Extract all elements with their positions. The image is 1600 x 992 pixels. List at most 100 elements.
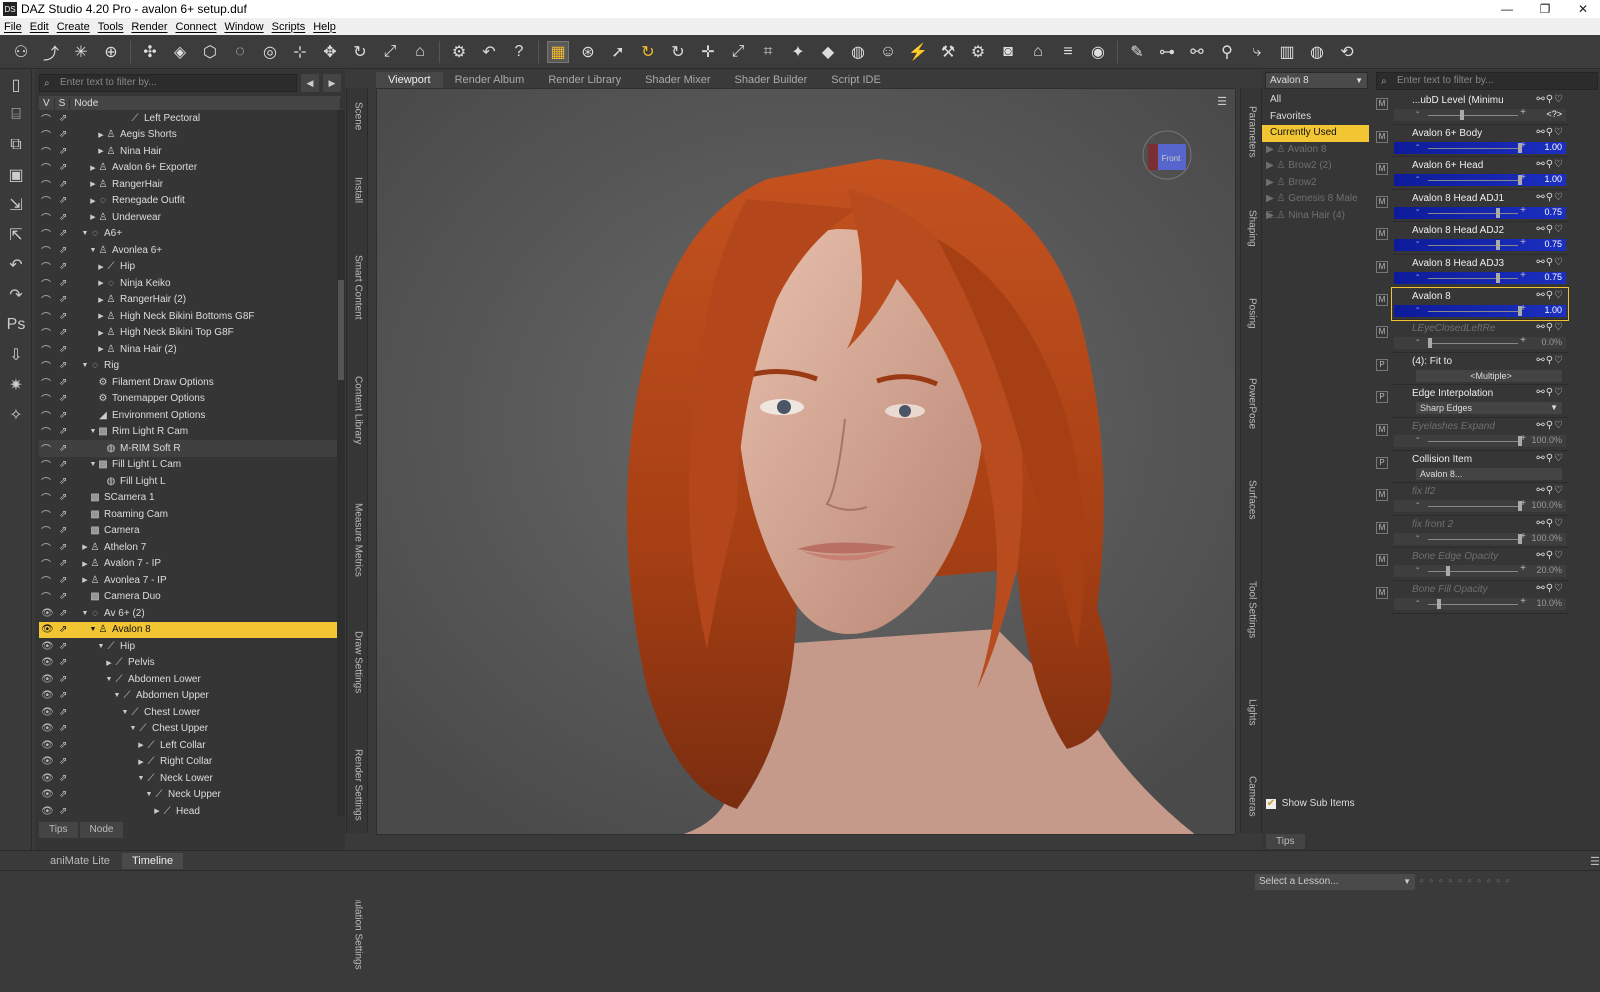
show-sub-items[interactable]: ✔ Show Sub Items	[1266, 798, 1355, 809]
selectable-icon[interactable]: ⇗	[59, 509, 73, 520]
scene-tree-row[interactable]: ⌒ ⇗ ▶ ♙ RangerHair	[39, 176, 337, 193]
property-row[interactable]: Avalon 6+ Body ⚯⚲♡ - +1.00	[1392, 125, 1568, 158]
expand-icon[interactable]: ▶	[1266, 160, 1276, 171]
selection-grid-icon[interactable]: ▦	[547, 40, 569, 63]
category-item[interactable]: ▶ ♙ Nina Hair (4)	[1262, 208, 1369, 225]
collapse-icon[interactable]: ▼	[121, 709, 129, 716]
vtab-draw-settings[interactable]: Draw Settings	[350, 615, 366, 710]
expand-icon[interactable]: ▶	[1266, 177, 1276, 188]
eye-icon[interactable]: 👁	[41, 707, 55, 718]
property-options-icon[interactable]: ⚯⚲♡	[1536, 290, 1564, 301]
scene-tree-row[interactable]: ⌒ ⇗ ▶ ♙ Underwear	[39, 209, 337, 226]
property-value[interactable]: <?>	[1546, 109, 1562, 119]
selectable-icon[interactable]: ⇗	[59, 608, 73, 619]
selectable-icon[interactable]: ⇗	[59, 773, 73, 784]
scene-tree-row[interactable]: ⌒ ⇗ ▶ ◌ Renegade Outfit	[39, 193, 337, 210]
selectable-icon[interactable]: ⇗	[59, 228, 73, 239]
minus-icon[interactable]: -	[1416, 270, 1419, 281]
property-slider[interactable]: - +1.00	[1394, 303, 1566, 317]
camera-icon[interactable]: ⌂	[409, 41, 431, 63]
scene-tree-row[interactable]: ⌒ ⇗ ▶ ♙ Athelon 7	[39, 539, 337, 556]
column-v[interactable]: V	[39, 97, 55, 109]
expand-icon[interactable]: ▶	[97, 131, 105, 139]
eye-closed-icon[interactable]: ⌒	[41, 391, 55, 406]
tab-render-album[interactable]: Render Album	[443, 72, 537, 88]
minus-icon[interactable]: -	[1416, 107, 1419, 118]
selectable-icon[interactable]: ⇗	[59, 278, 73, 289]
property-row[interactable]: Bone Edge Opacity ⚯⚲♡ - +20.0%	[1392, 548, 1568, 581]
eye-closed-icon[interactable]: ⌒	[41, 325, 55, 340]
property-options-icon[interactable]: ⚯⚲♡	[1536, 192, 1564, 203]
morph-icon[interactable]: ✦	[787, 41, 809, 63]
eye-closed-icon[interactable]: ⌒	[41, 523, 55, 538]
rotate-icon[interactable]: ↻	[667, 41, 689, 63]
column-s[interactable]: S	[55, 97, 71, 109]
property-slider[interactable]: - +100.0%	[1394, 531, 1566, 545]
eye-icon[interactable]: 👁	[41, 789, 55, 800]
weight-icon[interactable]: ◆	[817, 41, 839, 63]
minimize-icon[interactable]: —	[1488, 0, 1526, 18]
property-row[interactable]: Eyelashes Expand ⚯⚲♡ - +100.0%	[1392, 418, 1568, 451]
node-weight-icon[interactable]: ✣	[139, 41, 161, 63]
selectable-icon[interactable]: ⇗	[59, 113, 73, 124]
property-options-icon[interactable]: ⚯⚲♡	[1536, 127, 1564, 138]
property-options-icon[interactable]: ⚯⚲♡	[1536, 159, 1564, 170]
eye-icon[interactable]: 👁	[41, 740, 55, 751]
selectable-icon[interactable]: ⇗	[59, 179, 73, 190]
tab-shader-mixer[interactable]: Shader Mixer	[633, 72, 722, 88]
vtab-posing[interactable]: Posing	[1244, 287, 1260, 338]
property-row[interactable]: Collision Item ⚯⚲♡ Avalon 8...	[1392, 451, 1568, 484]
eye-icon[interactable]: 👁	[41, 674, 55, 685]
minus-icon[interactable]: -	[1416, 172, 1419, 183]
slider-knob[interactable]	[1495, 240, 1500, 251]
vtab-tool-settings[interactable]: Tool Settings	[1244, 562, 1260, 657]
orbit-icon[interactable]: ⊛	[577, 41, 599, 63]
scene-tree-row[interactable]: ⌒ ⇗ ▩ SCamera 1	[39, 490, 337, 507]
align-icon[interactable]: ≡	[1057, 41, 1079, 63]
eye-icon[interactable]: 👁	[41, 641, 55, 652]
scene-tree-row[interactable]: ⌒ ⇗ ▶ ◌ Ninja Keiko	[39, 275, 337, 292]
menu-edit[interactable]: Edit	[26, 21, 53, 33]
scene-tree-row[interactable]: ⌒ ⇗ ▶ ♙ High Neck Bikini Top G8F	[39, 325, 337, 342]
settings-icon[interactable]: ✷	[0, 370, 32, 400]
eye-closed-icon[interactable]: ⌒	[41, 309, 55, 324]
selectable-icon[interactable]: ⇗	[59, 492, 73, 503]
expand-icon[interactable]: ▶	[89, 164, 97, 172]
node-icon[interactable]: ⊶	[1156, 41, 1178, 63]
region-icon[interactable]: ◍	[847, 41, 869, 63]
scene-tree-row[interactable]: ⌒ ⇗ ▩ Camera Duo	[39, 589, 337, 606]
minus-icon[interactable]: -	[1416, 205, 1419, 216]
selectable-icon[interactable]: ⇗	[59, 674, 73, 685]
plus-icon[interactable]: +	[1520, 172, 1526, 183]
expand-icon[interactable]: ▶	[1266, 193, 1276, 204]
plus-icon[interactable]: +	[1520, 498, 1526, 509]
scene-tree-row[interactable]: ⌒ ⇗ ▼ ♙ Avonlea 6+	[39, 242, 337, 259]
brush-icon[interactable]: ✎	[1126, 41, 1148, 63]
eye-closed-icon[interactable]: ⌒	[41, 490, 55, 505]
target-icon[interactable]: ◉	[1087, 41, 1109, 63]
category-item[interactable]: Favorites	[1262, 109, 1369, 126]
tab-script-ide[interactable]: Script IDE	[819, 72, 893, 88]
scene-tree-row[interactable]: 👁 ⇗ ▶ ⟋ Pelvis	[39, 655, 337, 672]
selectable-icon[interactable]: ⇗	[59, 377, 73, 388]
property-options-icon[interactable]: ⚯⚲♡	[1536, 257, 1564, 268]
view-cube[interactable]: Front	[1142, 130, 1192, 180]
plus-icon[interactable]: +	[1520, 270, 1526, 281]
collapse-icon[interactable]: ▼	[105, 676, 113, 683]
expand-icon[interactable]: ▶	[97, 312, 105, 320]
plus-icon[interactable]: +	[1520, 563, 1526, 574]
property-row[interactable]: Avalon 8 Head ADJ2 ⚯⚲♡ - +0.75	[1392, 222, 1568, 255]
vtab-scene[interactable]: Scene	[350, 94, 366, 139]
eye-icon[interactable]: 👁	[41, 608, 55, 619]
expand-icon[interactable]: ▶	[89, 197, 97, 205]
scale-icon[interactable]: ⤢	[379, 41, 401, 63]
property-value[interactable]: 10.0%	[1536, 598, 1562, 608]
expand-icon[interactable]: ▶	[105, 659, 113, 667]
property-slider[interactable]: - +20.0%	[1394, 563, 1566, 578]
selectable-icon[interactable]: ⇗	[59, 575, 73, 586]
figure-icon[interactable]: ✧	[0, 400, 32, 430]
property-value[interactable]: 20.0%	[1536, 565, 1562, 575]
tab-animate-lite[interactable]: aniMate Lite	[40, 853, 120, 869]
selectable-icon[interactable]: ⇗	[59, 657, 73, 668]
tab-render-library[interactable]: Render Library	[536, 72, 633, 88]
